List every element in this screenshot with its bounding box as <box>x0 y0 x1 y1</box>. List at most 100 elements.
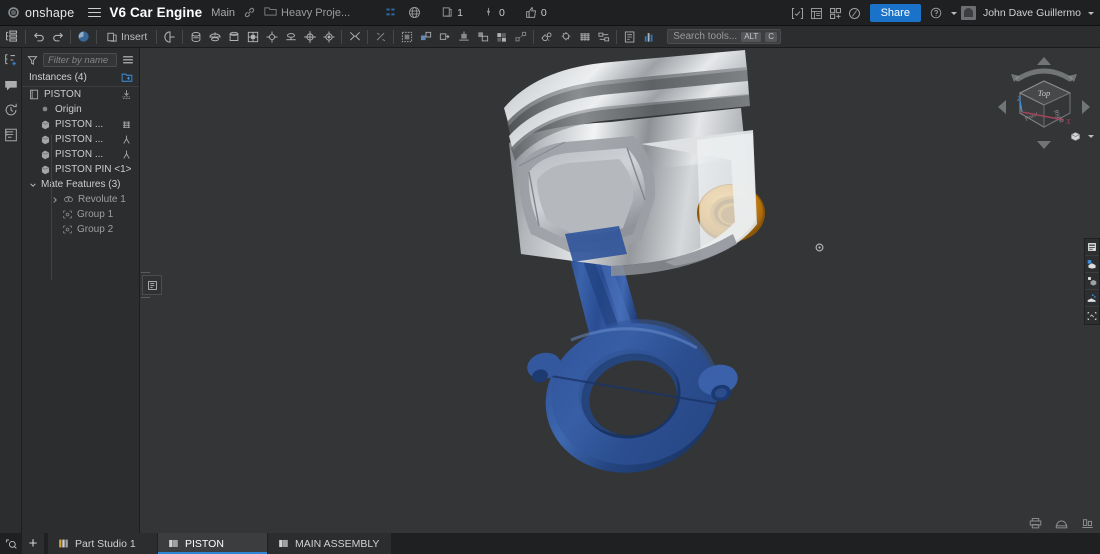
insert-part-button[interactable] <box>454 28 473 46</box>
collapse-all-icon[interactable] <box>121 72 133 83</box>
display-style-caret-icon[interactable] <box>1088 135 1094 138</box>
bom-table-icon[interactable] <box>809 6 824 21</box>
project-name[interactable]: Heavy Proje... <box>281 7 350 19</box>
history-icon[interactable] <box>3 102 19 118</box>
globe-icon[interactable] <box>408 6 421 19</box>
mate-icon[interactable] <box>121 149 132 160</box>
fastened-mate-button[interactable] <box>300 28 319 46</box>
assembly-tree-toggle-button[interactable] <box>0 28 22 46</box>
add-instance-icon[interactable] <box>3 52 19 68</box>
redo-button[interactable] <box>48 28 67 46</box>
check-bracket-icon[interactable] <box>790 6 805 21</box>
properties-icon[interactable] <box>3 127 19 143</box>
tab-main-assembly[interactable]: MAIN ASSEMBLY <box>268 533 392 554</box>
section-view-icon[interactable] <box>1085 273 1099 290</box>
tab-search-button[interactable] <box>0 533 22 554</box>
planar-mate-button[interactable] <box>224 28 243 46</box>
bom-chart-button[interactable] <box>639 28 658 46</box>
snapshot-icon[interactable] <box>1085 307 1099 324</box>
slider-mate-button[interactable] <box>205 28 224 46</box>
help-icon[interactable] <box>929 6 944 21</box>
view-cube-axis-z: Z <box>1017 95 1021 103</box>
fixed-icon[interactable] <box>121 89 132 100</box>
filter-by-name-input[interactable]: Filter by name <box>43 53 117 67</box>
tree-node-revolute-1[interactable]: Revolute 1 <box>22 192 139 207</box>
tree-node-origin[interactable]: Origin <box>22 102 139 117</box>
tree-node-piston-root[interactable]: PISTON <box>22 87 139 102</box>
branch-name[interactable]: Main <box>211 7 235 19</box>
comments-icon[interactable] <box>3 77 19 93</box>
likes-count[interactable]: 0 <box>517 6 547 19</box>
brand-logo[interactable]: onshape <box>0 6 82 20</box>
fixed-relation-button[interactable] <box>371 28 390 46</box>
display-state-button[interactable] <box>492 28 511 46</box>
tree-node-label: Origin <box>55 104 82 115</box>
add-app-icon[interactable] <box>828 6 843 21</box>
revolute-mate-button[interactable] <box>160 28 179 46</box>
versions-count[interactable]: 1 <box>433 6 463 19</box>
insert-button[interactable]: Insert <box>100 28 153 46</box>
tree-node-mate-features[interactable]: Mate Features (3) <box>22 177 139 192</box>
tree-node-piston-pin[interactable]: PISTON PIN <1> <box>22 162 139 177</box>
tangent-mate-button[interactable] <box>281 28 300 46</box>
parallel-mate-button[interactable] <box>262 28 281 46</box>
print-icon[interactable] <box>1029 517 1042 529</box>
fixed-icon[interactable] <box>121 119 132 130</box>
explode-button[interactable] <box>511 28 530 46</box>
chevron-right-icon[interactable] <box>51 196 59 204</box>
add-tab-button[interactable]: + <box>22 533 44 554</box>
screw-relation-button[interactable] <box>575 28 594 46</box>
group-mate-button[interactable] <box>319 28 338 46</box>
mate-connector-button[interactable] <box>345 28 364 46</box>
tree-node-piston-1[interactable]: PISTON ... <box>22 117 139 132</box>
list-options-icon[interactable] <box>122 55 134 66</box>
gear-relation-button[interactable] <box>537 28 556 46</box>
pan-zoom-icon[interactable] <box>1055 517 1068 529</box>
link-icon[interactable] <box>243 6 256 19</box>
rack-pinion-button[interactable] <box>556 28 575 46</box>
undo-button[interactable] <box>29 28 48 46</box>
ball-mate-button[interactable] <box>243 28 262 46</box>
rebuild-button[interactable] <box>74 28 93 46</box>
move-part-button[interactable] <box>473 28 492 46</box>
linear-relation-button[interactable] <box>594 28 613 46</box>
instance-list-floating-panel[interactable] <box>142 275 162 295</box>
assembly-config-button[interactable] <box>620 28 639 46</box>
tree-node-label: PISTON ... <box>55 134 103 145</box>
branch-graph-icon[interactable] <box>384 6 397 19</box>
mate-icon[interactable] <box>121 134 132 145</box>
part-icon <box>40 149 51 160</box>
share-button[interactable]: Share <box>870 4 921 22</box>
user-name[interactable]: John Dave Guillermo <box>983 7 1081 19</box>
search-tools-input[interactable]: Search tools... ALT C <box>667 29 781 44</box>
main-menu-button[interactable] <box>82 8 107 18</box>
display-style-button[interactable] <box>1069 130 1094 143</box>
replicate-button[interactable] <box>416 28 435 46</box>
user-dropdown-caret-icon[interactable] <box>1088 12 1094 15</box>
tab-part-studio-1[interactable]: Part Studio 1 <box>48 533 158 554</box>
ruler-icon[interactable] <box>1081 517 1094 529</box>
viewport-bottom-right-tools <box>1029 517 1094 529</box>
group-icon <box>62 209 73 220</box>
tree-node-group-1[interactable]: Group 1 <box>22 207 139 222</box>
funnel-icon[interactable] <box>27 55 38 66</box>
tree-node-piston-2[interactable]: PISTON ... <box>22 132 139 147</box>
tree-node-group-2[interactable]: Group 2 <box>22 222 139 237</box>
part-studio-tab-icon <box>58 538 69 549</box>
measure-icon[interactable] <box>1085 290 1099 307</box>
help-circle-icon[interactable] <box>847 6 862 21</box>
document-title: V6 Car Engine <box>109 5 202 20</box>
avatar[interactable] <box>961 6 976 20</box>
transform-button[interactable] <box>435 28 454 46</box>
toolbar-separator <box>182 30 183 44</box>
3d-viewport[interactable]: Top Right Front Z X <box>141 48 1100 533</box>
help-dropdown-caret-icon[interactable] <box>951 12 957 15</box>
cylindrical-mate-button[interactable] <box>186 28 205 46</box>
chevron-down-icon[interactable] <box>29 181 37 189</box>
appearance-icon[interactable] <box>1085 256 1099 273</box>
tree-node-piston-3[interactable]: PISTON ... <box>22 147 139 162</box>
panel-list-icon[interactable] <box>1085 239 1099 256</box>
tab-piston[interactable]: PISTON <box>158 533 268 554</box>
pattern-linear-button[interactable] <box>397 28 416 46</box>
comments-count[interactable]: 0 <box>475 6 505 19</box>
